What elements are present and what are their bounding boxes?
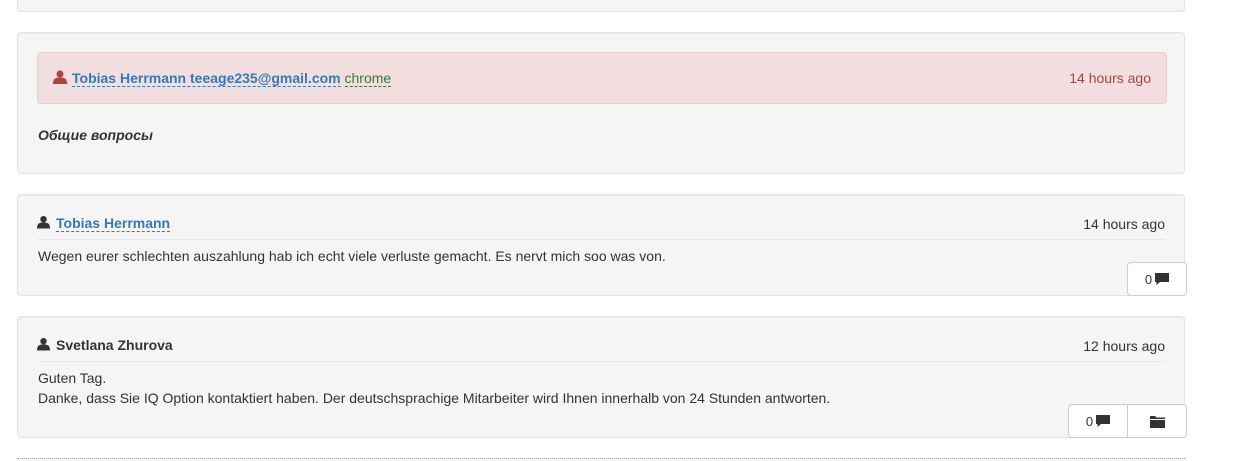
comment-text: Wegen eurer schlechten auszahlung hab ic… <box>38 246 666 266</box>
reply-count: 0 <box>1085 413 1094 429</box>
comment-header: Svetlana Zhurova 12 hours ago <box>37 317 1165 362</box>
comment-panel: Svetlana Zhurova 12 hours ago Guten Tag.… <box>17 316 1187 438</box>
comment-panel: Tobias Herrmann 14 hours ago Wegen eurer… <box>17 194 1187 296</box>
ticket-time: 14 hours ago <box>1069 70 1151 86</box>
comment-author-link[interactable]: Tobias Herrmann <box>56 215 171 232</box>
ticket-author-email: teeage235@gmail.com <box>190 70 341 86</box>
comment-header: Tobias Herrmann 14 hours ago <box>37 195 1165 240</box>
archive-button[interactable] <box>1127 404 1187 438</box>
ticket-author-name: Tobias Herrmann <box>72 70 187 86</box>
previous-ticket-panel <box>17 0 1185 12</box>
comment-line: Wegen eurer schlechten auszahlung hab ic… <box>38 248 666 264</box>
comment-line: Danke, dass Sie IQ Option kontaktiert ha… <box>38 390 831 406</box>
ticket-author-link[interactable]: Tobias Herrmann teeage235@gmail.com <box>72 70 341 87</box>
comment-icon <box>1155 273 1170 285</box>
user-icon <box>37 337 50 351</box>
reply-button[interactable]: 0 <box>1068 404 1128 438</box>
ticket-panel: Tobias Herrmann teeage235@gmail.com chro… <box>17 32 1185 174</box>
comment-icon <box>1096 415 1111 427</box>
comment-time: 12 hours ago <box>1083 338 1165 354</box>
user-icon <box>37 215 50 229</box>
comment-author: Tobias Herrmann <box>56 215 171 232</box>
comment-author-name: Svetlana Zhurova <box>56 337 173 353</box>
comment-time: 14 hours ago <box>1083 216 1165 232</box>
ticket-alert: Tobias Herrmann teeage235@gmail.com chro… <box>37 52 1167 104</box>
folder-icon <box>1149 415 1165 428</box>
comment-author: Svetlana Zhurova <box>56 337 173 353</box>
comment-line: Guten Tag. <box>38 370 107 386</box>
reply-button[interactable]: 0 <box>1127 262 1187 296</box>
user-icon <box>53 70 67 84</box>
ticket-author-line: Tobias Herrmann teeage235@gmail.com chro… <box>72 70 392 87</box>
comment-text: Guten Tag. Danke, dass Sie IQ Option kon… <box>38 368 830 408</box>
browser-tag[interactable]: chrome <box>344 70 392 87</box>
section-divider <box>17 458 1185 459</box>
ticket-subject: Общие вопросы <box>38 127 153 143</box>
reply-count: 0 <box>1144 271 1153 287</box>
